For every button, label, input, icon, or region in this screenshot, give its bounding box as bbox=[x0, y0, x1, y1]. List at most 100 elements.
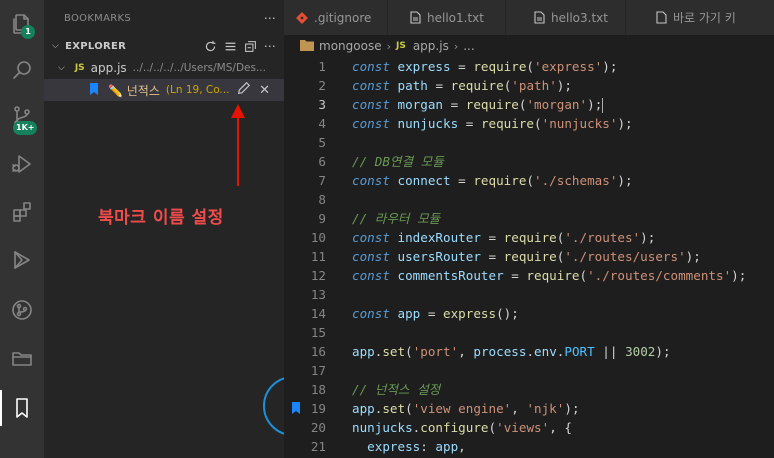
git-graph-icon[interactable] bbox=[0, 288, 44, 332]
code-line[interactable]: 15 bbox=[284, 323, 774, 342]
code-token: 'nunjucks' bbox=[541, 116, 618, 131]
code-line[interactable]: 11 const usersRouter = require('./routes/… bbox=[284, 247, 774, 266]
chevron-down-icon: ⌵ bbox=[52, 41, 60, 51]
code-token: 'express' bbox=[534, 59, 603, 74]
code-token: './routes/comments' bbox=[587, 268, 732, 283]
code-line[interactable]: 14 const app = express(); bbox=[284, 304, 774, 323]
tab-gitignore[interactable]: .gitignore bbox=[284, 0, 388, 35]
bookmark-icon bbox=[90, 83, 100, 97]
files-icon[interactable] bbox=[0, 2, 44, 46]
code-token: connect bbox=[397, 173, 451, 188]
code-token: (); bbox=[496, 306, 519, 321]
list-view-icon[interactable] bbox=[224, 40, 237, 53]
line-number: 12 bbox=[310, 268, 326, 283]
code-line[interactable]: 21 express: app, bbox=[284, 437, 774, 456]
code-line[interactable]: 10 const indexRouter = require('./routes'… bbox=[284, 228, 774, 247]
source-control-badge: 1 bbox=[21, 25, 35, 39]
bookmark-icon[interactable] bbox=[0, 386, 44, 430]
run-debug-icon[interactable] bbox=[0, 142, 44, 186]
code-token: const bbox=[352, 116, 390, 131]
editor: .gitignore hello1.txt hello3.txt 바로 가기 키… bbox=[284, 0, 774, 458]
line-number: 18 bbox=[310, 382, 326, 397]
code-token: : bbox=[420, 439, 436, 454]
search-icon[interactable] bbox=[0, 48, 44, 92]
code-text: const commentsRouter = require('./routes… bbox=[352, 266, 746, 285]
explorer-title: EXPLORER bbox=[65, 40, 127, 52]
code-token: // 라우터 모듈 bbox=[352, 211, 441, 226]
refresh-icon[interactable] bbox=[204, 40, 217, 53]
line-number: 19 bbox=[310, 401, 326, 416]
remote-icon[interactable] bbox=[0, 238, 44, 282]
code-token: ); bbox=[655, 344, 671, 359]
code-line[interactable]: 17 bbox=[284, 361, 774, 380]
code-token: ( bbox=[579, 268, 588, 283]
code-line[interactable]: 12 const commentsRouter = require('./rout… bbox=[284, 266, 774, 285]
breadcrumb-more[interactable]: ... bbox=[463, 39, 474, 53]
code-token: , bbox=[458, 439, 466, 454]
code-token: = bbox=[427, 78, 451, 93]
line-number: 20 bbox=[310, 420, 326, 435]
code-token: const bbox=[352, 59, 390, 74]
code-token: . bbox=[526, 344, 535, 359]
code-line[interactable]: 19 app.set('view engine', 'njk'); bbox=[284, 399, 774, 418]
code-token: require bbox=[503, 230, 557, 245]
code-text: const usersRouter = require('./routes/us… bbox=[352, 247, 701, 266]
gutter-bookmark-icon[interactable] bbox=[292, 402, 300, 414]
code-line[interactable]: 4 const nunjucks = require('nunjucks'); bbox=[284, 114, 774, 133]
code-text: const morgan = require('morgan'); bbox=[352, 95, 604, 114]
code-line[interactable]: 5 bbox=[284, 133, 774, 152]
code-line[interactable]: 13 bbox=[284, 285, 774, 304]
code-token: const bbox=[352, 268, 390, 283]
line-number: 17 bbox=[310, 363, 326, 378]
file-icon bbox=[410, 11, 421, 24]
code-text: const indexRouter = require('./routes'); bbox=[352, 228, 655, 247]
code-line[interactable]: 7 const connect = require('./schemas'); bbox=[284, 171, 774, 190]
code-token: , bbox=[511, 401, 527, 416]
code-line[interactable]: 20 nunjucks.configure('views', { bbox=[284, 418, 774, 437]
bookmark-item[interactable]: ✏️ 넌적스 (Ln 19, Co... ✕ bbox=[44, 79, 284, 101]
tab-shortcut-keys[interactable]: 바로 가기 키 bbox=[626, 0, 774, 35]
code-token: './routes' bbox=[564, 230, 641, 245]
extensions-icon[interactable] bbox=[0, 190, 44, 234]
code-line[interactable]: 6 // DB연결 모듈 bbox=[284, 152, 774, 171]
code-token: || bbox=[594, 344, 626, 359]
code-token: require bbox=[503, 249, 557, 264]
code-token: const bbox=[352, 78, 390, 93]
bookmark-file-item[interactable]: ⌵ JS app.js ../../../../../Users/MS/Des.… bbox=[44, 57, 284, 79]
tab-label: 바로 가기 키 bbox=[673, 11, 736, 25]
collapse-all-icon[interactable] bbox=[244, 40, 257, 53]
line-number: 10 bbox=[310, 230, 326, 245]
explorer-section-header[interactable]: ⌵ EXPLORER ⋯ bbox=[44, 34, 284, 58]
code-token: require bbox=[450, 78, 504, 93]
code-token: 'njk' bbox=[526, 401, 565, 416]
edit-label-icon[interactable] bbox=[237, 81, 251, 99]
code-line[interactable]: 9 // 라우터 모듈 bbox=[284, 209, 774, 228]
code-token: path bbox=[397, 78, 428, 93]
code-line[interactable]: 3 const morgan = require('morgan'); bbox=[284, 95, 774, 114]
js-file-icon: JS bbox=[74, 63, 85, 73]
tab-hello1[interactable]: hello1.txt bbox=[388, 0, 506, 35]
code-line[interactable]: 2 const path = require('path'); bbox=[284, 76, 774, 95]
code-line[interactable]: 16 app.set('port', process.env.PORT || 30… bbox=[284, 342, 774, 361]
code-line[interactable]: 18 // 넌적스 설정 bbox=[284, 380, 774, 399]
breadcrumb-folder[interactable]: mongoose bbox=[319, 39, 382, 53]
code-line[interactable]: 8 bbox=[284, 190, 774, 209]
code-token: ); bbox=[640, 230, 656, 245]
code-token: require bbox=[480, 116, 535, 131]
line-number: 7 bbox=[318, 173, 326, 188]
folder-icon[interactable] bbox=[0, 336, 44, 380]
close-icon[interactable]: ✕ bbox=[259, 83, 270, 98]
more-actions-icon[interactable]: ⋯ bbox=[264, 39, 276, 53]
line-number: 5 bbox=[318, 135, 326, 150]
code-token: = bbox=[450, 59, 474, 74]
text-cursor bbox=[602, 98, 604, 113]
breadcrumb-file[interactable]: app.js bbox=[413, 39, 449, 53]
sidebar: BOOKMARKS ⋯ ⌵ EXPLORER ⋯ ⌵ JS app.js ../… bbox=[44, 0, 284, 458]
more-actions-icon[interactable]: ⋯ bbox=[264, 11, 276, 25]
git-icon bbox=[296, 11, 308, 24]
line-number: 21 bbox=[310, 439, 326, 454]
tab-hello3[interactable]: hello3.txt bbox=[506, 0, 626, 35]
code-token: = bbox=[450, 173, 474, 188]
code-line[interactable]: 1 const express = require('express'); bbox=[284, 57, 774, 76]
